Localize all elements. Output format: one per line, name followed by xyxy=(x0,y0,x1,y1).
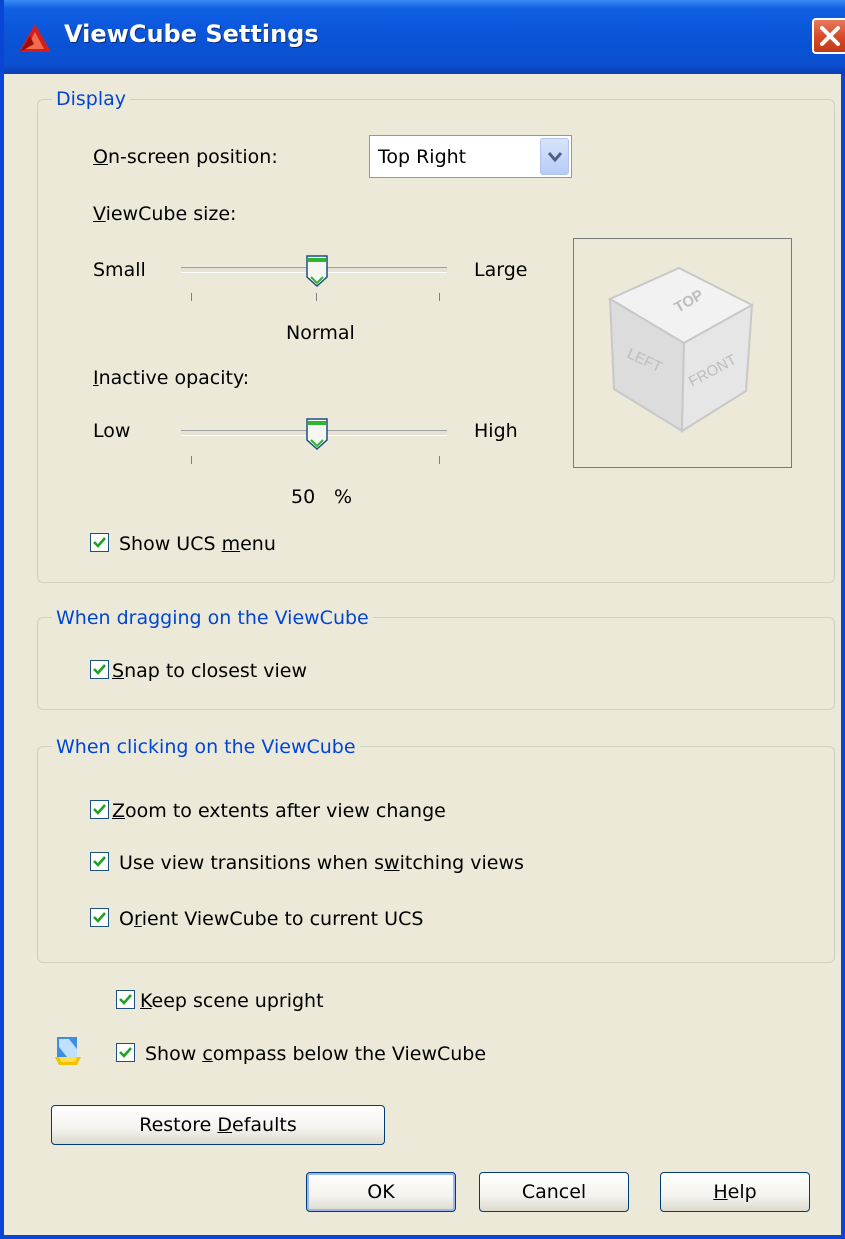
size-label: ViewCube size: xyxy=(93,203,237,225)
size-min-label: Small xyxy=(93,259,146,281)
size-slider-tick xyxy=(191,293,192,301)
close-button[interactable] xyxy=(812,18,845,54)
cancel-button[interactable]: Cancel xyxy=(479,1172,629,1212)
close-icon xyxy=(820,26,840,46)
position-select-value: Top Right xyxy=(378,146,467,168)
size-slider-thumb[interactable] xyxy=(305,255,329,287)
viewcube-preview: TOP LEFT FRONT xyxy=(573,238,792,468)
check-icon xyxy=(93,856,106,867)
orient-ucs-checkbox[interactable] xyxy=(90,908,109,927)
view-transitions-checkbox[interactable] xyxy=(90,852,109,871)
window-title: ViewCube Settings xyxy=(64,20,319,48)
size-slider-tick xyxy=(439,293,440,301)
check-icon xyxy=(93,537,106,548)
viewcube-settings-dialog: ViewCube Settings Display On-screen posi… xyxy=(0,0,845,1239)
opacity-slider-tick xyxy=(439,456,440,464)
keep-upright-label[interactable]: Keep scene upright xyxy=(140,990,324,1012)
title-bar[interactable]: ViewCube Settings xyxy=(4,0,845,74)
display-legend: Display xyxy=(52,88,131,110)
show-compass-label[interactable]: Show compass below the ViewCube xyxy=(145,1043,486,1065)
ok-button[interactable]: OK xyxy=(306,1172,456,1212)
chevron-down-icon xyxy=(547,152,563,163)
orient-ucs-label[interactable]: Orient ViewCube to current UCS xyxy=(119,908,423,930)
opacity-unit: % xyxy=(334,486,353,508)
check-icon xyxy=(119,994,132,1005)
restore-defaults-button[interactable]: Restore Defaults xyxy=(51,1105,385,1145)
check-icon xyxy=(119,1047,132,1058)
show-ucs-menu-checkbox[interactable] xyxy=(90,533,109,552)
dragging-legend: When dragging on the ViewCube xyxy=(52,607,373,629)
autocad-logo-icon xyxy=(19,24,51,52)
opacity-label: Inactive opacity: xyxy=(93,367,250,389)
opacity-max-label: High xyxy=(474,420,518,442)
position-label: On-screen position: xyxy=(93,146,278,168)
check-icon xyxy=(93,804,106,815)
view-transitions-label[interactable]: Use view transitions when switching view… xyxy=(119,852,524,874)
snap-checkbox[interactable] xyxy=(90,660,109,679)
position-select-dropdown[interactable] xyxy=(540,138,569,175)
zoom-extents-checkbox[interactable] xyxy=(90,800,109,819)
opacity-value: 50 xyxy=(291,486,316,508)
check-icon xyxy=(93,912,106,923)
check-icon xyxy=(93,664,106,675)
position-select[interactable]: Top Right xyxy=(369,135,572,178)
viewcube-icon: TOP LEFT FRONT xyxy=(607,266,755,433)
help-button[interactable]: Help xyxy=(660,1172,810,1212)
size-max-label: Large xyxy=(474,259,528,281)
opacity-slider-thumb[interactable] xyxy=(305,418,329,450)
show-compass-checkbox[interactable] xyxy=(116,1043,135,1062)
opacity-min-label: Low xyxy=(93,420,131,442)
keep-upright-checkbox[interactable] xyxy=(116,990,135,1009)
compass-icon xyxy=(55,1037,81,1065)
show-ucs-menu-label[interactable]: Show UCS menu xyxy=(119,533,276,555)
zoom-extents-label[interactable]: Zoom to extents after view change xyxy=(112,800,446,822)
size-value-label: Normal xyxy=(286,322,355,344)
opacity-slider-tick xyxy=(191,456,192,464)
clicking-legend: When clicking on the ViewCube xyxy=(52,736,360,758)
size-slider-tick xyxy=(316,293,317,301)
snap-label[interactable]: Snap to closest view xyxy=(112,660,307,682)
